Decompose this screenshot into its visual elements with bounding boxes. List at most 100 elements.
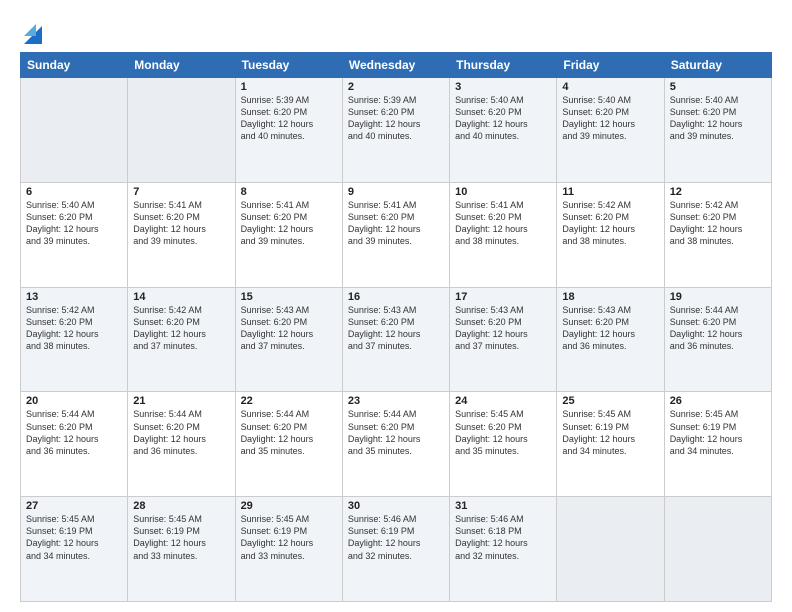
day-info: Sunrise: 5:39 AM Sunset: 6:20 PM Dayligh… xyxy=(348,94,444,143)
day-info: Sunrise: 5:40 AM Sunset: 6:20 PM Dayligh… xyxy=(562,94,658,143)
day-info: Sunrise: 5:46 AM Sunset: 6:18 PM Dayligh… xyxy=(455,513,551,562)
day-info: Sunrise: 5:45 AM Sunset: 6:20 PM Dayligh… xyxy=(455,408,551,457)
day-number: 10 xyxy=(455,186,551,198)
calendar-cell: 29Sunrise: 5:45 AM Sunset: 6:19 PM Dayli… xyxy=(235,497,342,602)
calendar-cell: 18Sunrise: 5:43 AM Sunset: 6:20 PM Dayli… xyxy=(557,287,664,392)
calendar-week-row: 27Sunrise: 5:45 AM Sunset: 6:19 PM Dayli… xyxy=(21,497,772,602)
calendar-cell: 5Sunrise: 5:40 AM Sunset: 6:20 PM Daylig… xyxy=(664,78,771,183)
day-number: 24 xyxy=(455,395,551,407)
calendar-cell: 26Sunrise: 5:45 AM Sunset: 6:19 PM Dayli… xyxy=(664,392,771,497)
day-info: Sunrise: 5:40 AM Sunset: 6:20 PM Dayligh… xyxy=(670,94,766,143)
day-number: 20 xyxy=(26,395,122,407)
day-info: Sunrise: 5:43 AM Sunset: 6:20 PM Dayligh… xyxy=(455,304,551,353)
day-info: Sunrise: 5:44 AM Sunset: 6:20 PM Dayligh… xyxy=(26,408,122,457)
calendar-week-row: 20Sunrise: 5:44 AM Sunset: 6:20 PM Dayli… xyxy=(21,392,772,497)
calendar-cell: 14Sunrise: 5:42 AM Sunset: 6:20 PM Dayli… xyxy=(128,287,235,392)
calendar-cell: 21Sunrise: 5:44 AM Sunset: 6:20 PM Dayli… xyxy=(128,392,235,497)
calendar-cell: 11Sunrise: 5:42 AM Sunset: 6:20 PM Dayli… xyxy=(557,182,664,287)
day-info: Sunrise: 5:43 AM Sunset: 6:20 PM Dayligh… xyxy=(562,304,658,353)
day-number: 17 xyxy=(455,291,551,303)
calendar-cell: 7Sunrise: 5:41 AM Sunset: 6:20 PM Daylig… xyxy=(128,182,235,287)
day-number: 22 xyxy=(241,395,337,407)
calendar-cell: 28Sunrise: 5:45 AM Sunset: 6:19 PM Dayli… xyxy=(128,497,235,602)
day-number: 18 xyxy=(562,291,658,303)
calendar-header-monday: Monday xyxy=(128,53,235,78)
calendar-header-row: SundayMondayTuesdayWednesdayThursdayFrid… xyxy=(21,53,772,78)
day-number: 23 xyxy=(348,395,444,407)
day-number: 30 xyxy=(348,500,444,512)
calendar-cell: 12Sunrise: 5:42 AM Sunset: 6:20 PM Dayli… xyxy=(664,182,771,287)
calendar-cell xyxy=(21,78,128,183)
day-number: 21 xyxy=(133,395,229,407)
day-number: 16 xyxy=(348,291,444,303)
calendar-cell: 6Sunrise: 5:40 AM Sunset: 6:20 PM Daylig… xyxy=(21,182,128,287)
day-info: Sunrise: 5:44 AM Sunset: 6:20 PM Dayligh… xyxy=(133,408,229,457)
day-number: 29 xyxy=(241,500,337,512)
day-number: 13 xyxy=(26,291,122,303)
calendar-cell: 25Sunrise: 5:45 AM Sunset: 6:19 PM Dayli… xyxy=(557,392,664,497)
day-info: Sunrise: 5:40 AM Sunset: 6:20 PM Dayligh… xyxy=(26,199,122,248)
calendar-header-tuesday: Tuesday xyxy=(235,53,342,78)
day-number: 4 xyxy=(562,81,658,93)
calendar-cell: 9Sunrise: 5:41 AM Sunset: 6:20 PM Daylig… xyxy=(342,182,449,287)
day-number: 19 xyxy=(670,291,766,303)
day-number: 12 xyxy=(670,186,766,198)
day-info: Sunrise: 5:44 AM Sunset: 6:20 PM Dayligh… xyxy=(348,408,444,457)
day-info: Sunrise: 5:43 AM Sunset: 6:20 PM Dayligh… xyxy=(241,304,337,353)
calendar-cell xyxy=(128,78,235,183)
calendar-cell: 27Sunrise: 5:45 AM Sunset: 6:19 PM Dayli… xyxy=(21,497,128,602)
day-number: 11 xyxy=(562,186,658,198)
logo xyxy=(20,16,42,44)
calendar-cell: 16Sunrise: 5:43 AM Sunset: 6:20 PM Dayli… xyxy=(342,287,449,392)
day-number: 5 xyxy=(670,81,766,93)
day-number: 31 xyxy=(455,500,551,512)
calendar-cell: 22Sunrise: 5:44 AM Sunset: 6:20 PM Dayli… xyxy=(235,392,342,497)
calendar-cell: 8Sunrise: 5:41 AM Sunset: 6:20 PM Daylig… xyxy=(235,182,342,287)
day-number: 7 xyxy=(133,186,229,198)
calendar-header-sunday: Sunday xyxy=(21,53,128,78)
header xyxy=(20,16,772,44)
day-info: Sunrise: 5:41 AM Sunset: 6:20 PM Dayligh… xyxy=(133,199,229,248)
day-info: Sunrise: 5:45 AM Sunset: 6:19 PM Dayligh… xyxy=(562,408,658,457)
calendar-header-wednesday: Wednesday xyxy=(342,53,449,78)
calendar-cell: 10Sunrise: 5:41 AM Sunset: 6:20 PM Dayli… xyxy=(450,182,557,287)
day-info: Sunrise: 5:45 AM Sunset: 6:19 PM Dayligh… xyxy=(241,513,337,562)
day-number: 1 xyxy=(241,81,337,93)
day-number: 14 xyxy=(133,291,229,303)
day-number: 15 xyxy=(241,291,337,303)
day-info: Sunrise: 5:41 AM Sunset: 6:20 PM Dayligh… xyxy=(455,199,551,248)
page: SundayMondayTuesdayWednesdayThursdayFrid… xyxy=(0,0,792,612)
day-number: 6 xyxy=(26,186,122,198)
day-info: Sunrise: 5:44 AM Sunset: 6:20 PM Dayligh… xyxy=(670,304,766,353)
day-number: 2 xyxy=(348,81,444,93)
day-info: Sunrise: 5:39 AM Sunset: 6:20 PM Dayligh… xyxy=(241,94,337,143)
day-info: Sunrise: 5:45 AM Sunset: 6:19 PM Dayligh… xyxy=(26,513,122,562)
day-info: Sunrise: 5:44 AM Sunset: 6:20 PM Dayligh… xyxy=(241,408,337,457)
logo-icon xyxy=(22,16,42,44)
day-info: Sunrise: 5:43 AM Sunset: 6:20 PM Dayligh… xyxy=(348,304,444,353)
day-info: Sunrise: 5:42 AM Sunset: 6:20 PM Dayligh… xyxy=(670,199,766,248)
day-info: Sunrise: 5:42 AM Sunset: 6:20 PM Dayligh… xyxy=(26,304,122,353)
day-number: 27 xyxy=(26,500,122,512)
calendar-cell: 30Sunrise: 5:46 AM Sunset: 6:19 PM Dayli… xyxy=(342,497,449,602)
calendar-week-row: 13Sunrise: 5:42 AM Sunset: 6:20 PM Dayli… xyxy=(21,287,772,392)
day-info: Sunrise: 5:45 AM Sunset: 6:19 PM Dayligh… xyxy=(133,513,229,562)
day-number: 3 xyxy=(455,81,551,93)
day-info: Sunrise: 5:41 AM Sunset: 6:20 PM Dayligh… xyxy=(241,199,337,248)
calendar-header-saturday: Saturday xyxy=(664,53,771,78)
calendar-cell: 17Sunrise: 5:43 AM Sunset: 6:20 PM Dayli… xyxy=(450,287,557,392)
day-info: Sunrise: 5:41 AM Sunset: 6:20 PM Dayligh… xyxy=(348,199,444,248)
calendar-cell xyxy=(557,497,664,602)
calendar-cell: 15Sunrise: 5:43 AM Sunset: 6:20 PM Dayli… xyxy=(235,287,342,392)
calendar-cell: 20Sunrise: 5:44 AM Sunset: 6:20 PM Dayli… xyxy=(21,392,128,497)
calendar-cell: 4Sunrise: 5:40 AM Sunset: 6:20 PM Daylig… xyxy=(557,78,664,183)
calendar-cell: 13Sunrise: 5:42 AM Sunset: 6:20 PM Dayli… xyxy=(21,287,128,392)
calendar-cell: 31Sunrise: 5:46 AM Sunset: 6:18 PM Dayli… xyxy=(450,497,557,602)
calendar-cell: 2Sunrise: 5:39 AM Sunset: 6:20 PM Daylig… xyxy=(342,78,449,183)
calendar-cell: 3Sunrise: 5:40 AM Sunset: 6:20 PM Daylig… xyxy=(450,78,557,183)
day-info: Sunrise: 5:46 AM Sunset: 6:19 PM Dayligh… xyxy=(348,513,444,562)
day-info: Sunrise: 5:42 AM Sunset: 6:20 PM Dayligh… xyxy=(562,199,658,248)
calendar-cell xyxy=(664,497,771,602)
day-number: 26 xyxy=(670,395,766,407)
day-number: 8 xyxy=(241,186,337,198)
